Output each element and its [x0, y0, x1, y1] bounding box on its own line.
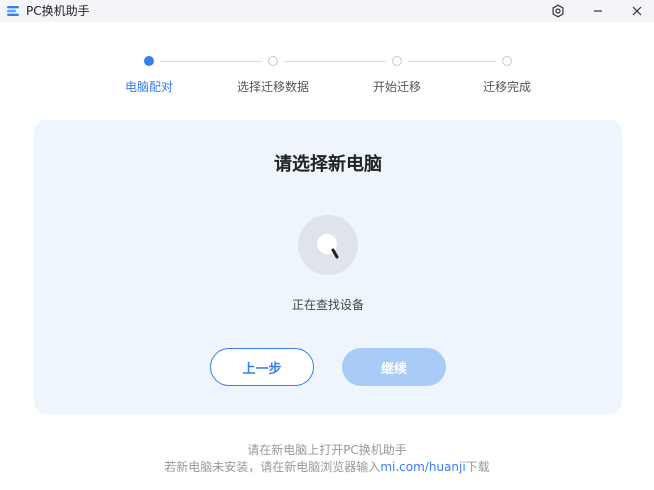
search-status-text: 正在查找设备	[291, 298, 364, 312]
window-title: PC换机助手	[26, 4, 90, 18]
search-icon	[317, 234, 339, 259]
card-title: 请选择新电脑	[274, 154, 382, 175]
step-indicator-start	[392, 56, 402, 66]
step-connector	[408, 61, 496, 62]
searching-spinner	[298, 215, 358, 275]
download-link[interactable]: mi.com/huanji	[380, 460, 465, 474]
minimize-button[interactable]	[583, 0, 613, 22]
step-indicator-complete	[502, 56, 512, 66]
settings-button[interactable]	[543, 0, 573, 22]
step-label-select-data: 选择迁移数据	[236, 80, 310, 94]
close-icon	[632, 6, 642, 16]
device-select-card: 请选择新电脑 正在查找设备 上一步 继续	[34, 120, 622, 414]
step-label-complete: 迁移完成	[482, 80, 532, 94]
step-label-start: 开始迁移	[372, 80, 422, 94]
step-indicator-pairing	[144, 56, 154, 66]
previous-step-button[interactable]: 上一步	[210, 348, 314, 386]
title-bar: PC换机助手	[0, 0, 654, 22]
footer-line-1: 请在新电脑上打开PC换机助手	[247, 443, 407, 457]
minimize-icon	[594, 10, 602, 12]
close-button[interactable]	[622, 0, 652, 22]
progress-stepper: 电脑配对 选择迁移数据 开始迁移 迁移完成	[0, 52, 654, 94]
step-label-pairing: 电脑配对	[124, 80, 174, 94]
settings-icon	[552, 4, 564, 18]
continue-button[interactable]: 继续	[342, 348, 446, 386]
footer-hint: 请在新电脑上打开PC换机助手 若新电脑未安装，请在新电脑浏览器输入mi.com/…	[0, 442, 654, 476]
app-logo-icon	[7, 6, 19, 16]
step-indicator-select-data	[268, 56, 278, 66]
footer-line-2-prefix: 若新电脑未安装，请在新电脑浏览器输入	[164, 460, 381, 474]
footer-line-2: 若新电脑未安装，请在新电脑浏览器输入mi.com/huanji下载	[0, 459, 654, 476]
step-connector	[160, 61, 262, 62]
footer-line-2-suffix: 下载	[465, 460, 490, 474]
step-connector	[284, 61, 386, 62]
